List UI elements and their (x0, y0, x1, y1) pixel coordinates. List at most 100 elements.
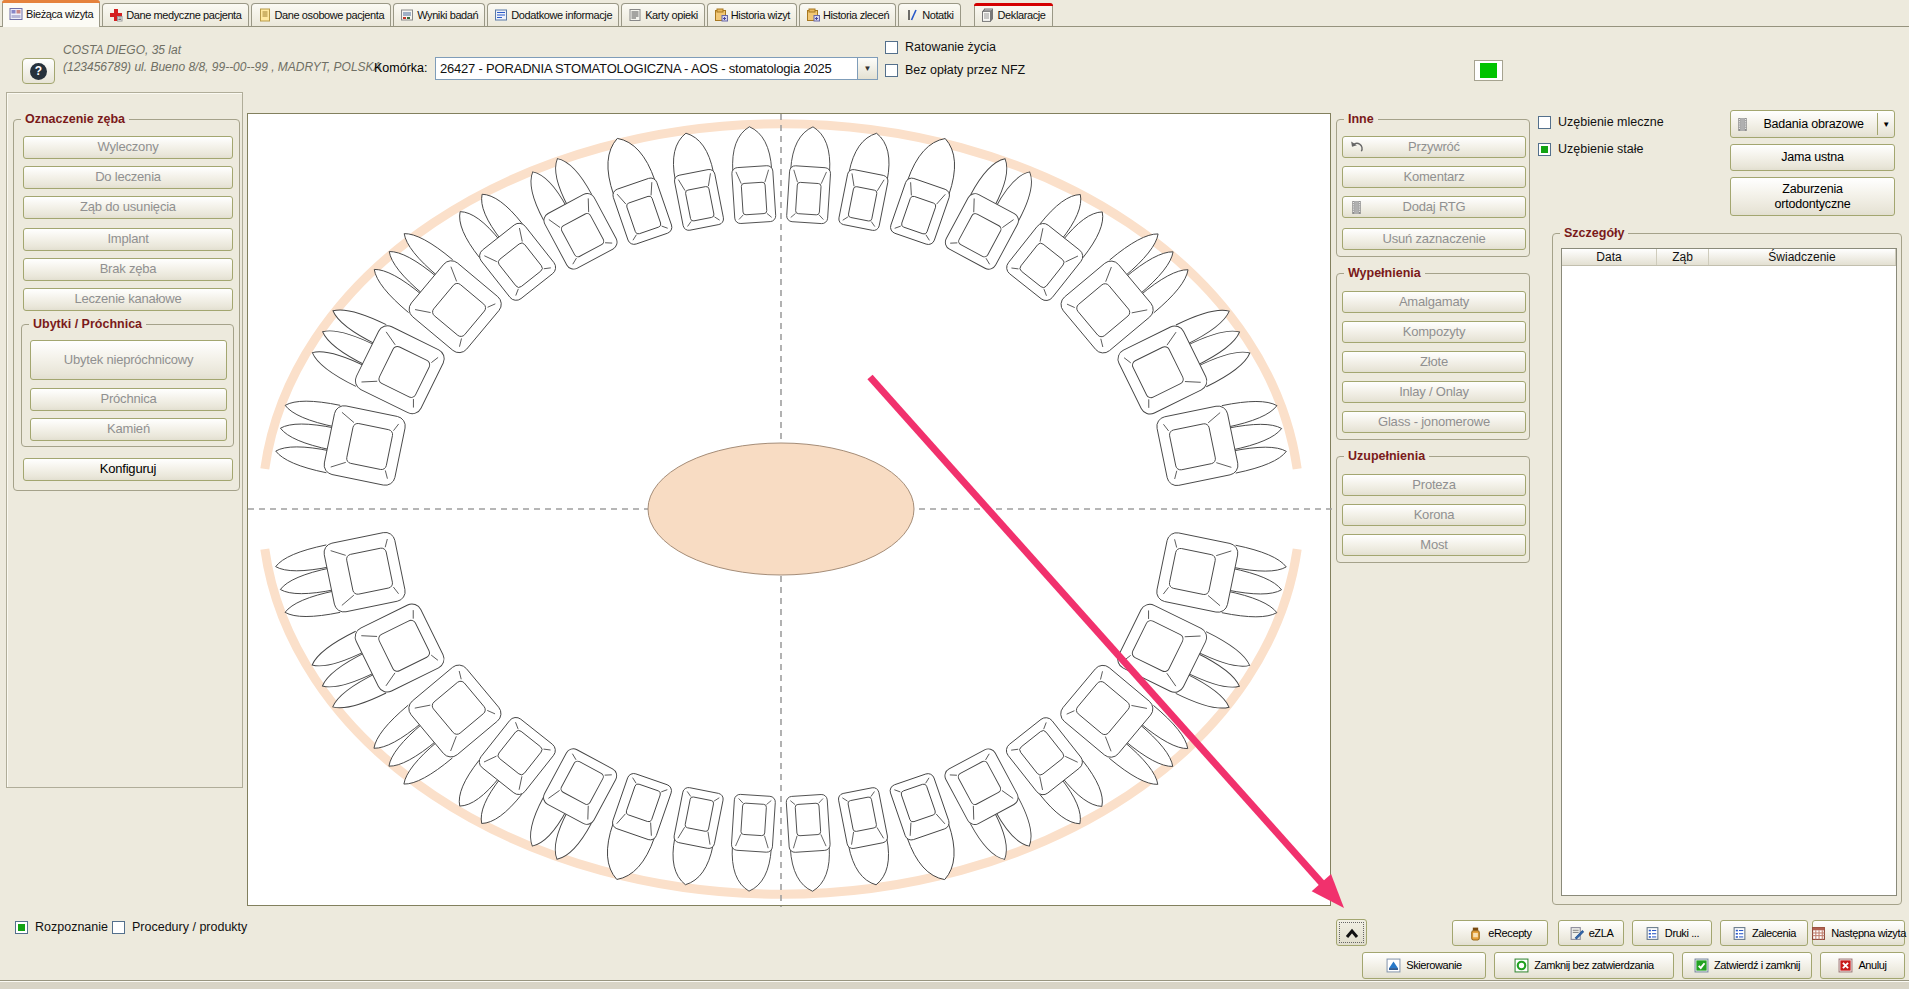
jama-ustna-button[interactable]: Jama ustna (1730, 144, 1895, 171)
amalgamaty-button[interactable]: Amalgamaty (1342, 291, 1526, 313)
checkbox-uzebienie-mleczne[interactable]: Uzębienie mleczne (1538, 116, 1664, 129)
dental-chart (247, 113, 1331, 906)
tab-label: Bieżąca wizyta (26, 8, 93, 20)
korona-button[interactable]: Korona (1342, 504, 1526, 526)
unit-combobox[interactable]: 26427 - PORADNIA STOMATOLOGICZNA - AOS -… (435, 57, 878, 80)
tab-bar: Bieżąca wizyta Dane medyczne pacjenta Dane… (0, 0, 1909, 27)
visit-history-icon (714, 8, 728, 22)
przywróć-button[interactable]: Przywróć (1342, 136, 1526, 158)
tooth-molar[interactable] (1155, 394, 1289, 487)
tab-deklaracje[interactable]: Deklaracje (974, 3, 1053, 26)
tab-dodatkowe-informacje[interactable]: Dodatkowe informacje (487, 3, 619, 26)
status-indicator (1474, 60, 1503, 81)
tooth-incisor[interactable] (837, 787, 896, 889)
group-szczegoly: Szczegóły DataZąbŚwiadczenie (1552, 233, 1902, 905)
ubytek-niepróchnicowy-button[interactable]: Ubytek niepróchnicowy (30, 340, 227, 380)
próchnica-button[interactable]: Próchnica (30, 388, 227, 411)
tab-karty-opieki[interactable]: Karty opieki (621, 3, 705, 26)
skierowanie-button[interactable]: Skierowanie (1362, 952, 1486, 979)
leczenie-kanałowe-button[interactable]: Leczenie kanałowe (23, 288, 233, 311)
złote-button[interactable]: Złote (1342, 351, 1526, 373)
tab-stripe (2, 0, 100, 3)
dropdown-arrow-icon[interactable]: ▼ (1877, 113, 1890, 135)
anuluj-button[interactable]: Anuluj (1820, 952, 1905, 979)
undo-icon (1349, 140, 1364, 155)
tooth-molar[interactable] (273, 531, 407, 624)
tooth-incisor[interactable] (729, 794, 776, 892)
declarations-icon (981, 8, 995, 22)
tooth-incisor[interactable] (666, 129, 725, 231)
zaburzenia-ortodontyczne-button[interactable]: Zaburzenia ortodontyczne (1730, 177, 1895, 216)
xray-film-icon (1735, 117, 1750, 132)
tooth-molar[interactable] (273, 394, 407, 487)
most-button[interactable]: Most (1342, 534, 1526, 556)
proteza-button[interactable]: Proteza (1342, 474, 1526, 496)
zamknij-bez-zatwierdzania-button[interactable]: Zamknij bez zatwierdzania (1494, 952, 1674, 979)
tab-dane-osobowe-pacjenta[interactable]: Dane osobowe pacjenta (251, 3, 392, 26)
inlay-onlay-button[interactable]: Inlay / Onlay (1342, 381, 1526, 403)
ząb-do-usunięcia-button[interactable]: Ząb do usunięcia (23, 196, 233, 219)
tab-historia-wizyt[interactable]: Historia wizyt (707, 3, 797, 26)
checkbox-bez-oplaty-nfz[interactable]: Bez opłaty przez NFZ (885, 64, 1025, 77)
help-button[interactable]: ? (22, 58, 55, 84)
checkbox-rozpoznanie[interactable]: Rozpoznanie (15, 921, 108, 934)
ezla-doc-icon (1569, 926, 1584, 941)
tooth-incisor[interactable] (786, 794, 833, 892)
referral-icon (1386, 958, 1401, 973)
erecepty-button[interactable]: eRecepty (1452, 920, 1548, 946)
medical-cross-icon (109, 8, 123, 22)
następna-wizyta-button[interactable]: Następna wizyta (1812, 920, 1905, 946)
zalecenia-button[interactable]: Zalecenia (1720, 920, 1808, 946)
recommendation-icon (1732, 926, 1747, 941)
dodaj-rtg-button[interactable]: Dodaj RTG (1342, 196, 1526, 218)
checkbox-ratowanie-zycia[interactable]: Ratowanie życia (885, 41, 996, 54)
tab-label: Wyniki badań (417, 9, 478, 21)
tooth-incisor[interactable] (838, 129, 897, 231)
do-leczenia-button[interactable]: Do leczenia (23, 166, 233, 189)
ezla-button[interactable]: eZLA (1558, 920, 1624, 946)
details-column-data[interactable]: Data (1562, 249, 1657, 265)
extra-info-icon (494, 8, 508, 22)
komentarz-button[interactable]: Komentarz (1342, 166, 1526, 188)
tab-historia-zleceń[interactable]: Historia zleceń (799, 3, 896, 26)
implant-button[interactable]: Implant (23, 228, 233, 251)
patient-name: COSTA DIEGO, 35 lat (63, 43, 181, 57)
tooth-molar[interactable] (1155, 531, 1289, 624)
tab-label: Historia wizyt (731, 9, 790, 21)
kompozyty-button[interactable]: Kompozyty (1342, 321, 1526, 343)
badania-obrazowe-button[interactable]: Badania obrazowe ▼ (1730, 110, 1895, 138)
tab-bieżąca-wizyta[interactable]: Bieżąca wizyta (2, 0, 100, 27)
tab-label: Dane medyczne pacjenta (126, 9, 241, 21)
tab-label: Karty opieki (645, 9, 698, 21)
druki--button[interactable]: Druki ... (1632, 920, 1712, 946)
notes-icon (905, 8, 919, 22)
kamień-button[interactable]: Kamień (30, 418, 227, 441)
details-table: DataZąbŚwiadczenie (1561, 248, 1897, 896)
tooth-incisor[interactable] (729, 125, 776, 223)
combo-dropdown-icon[interactable]: ▼ (857, 58, 877, 79)
chevron-up-icon (1344, 927, 1360, 939)
confirm-close-icon (1694, 958, 1709, 973)
brak-zęba-button[interactable]: Brak zęba (23, 258, 233, 281)
usuń-zaznaczenie-button[interactable]: Usuń zaznaczenie (1342, 228, 1526, 250)
checkbox-uzebienie-stale[interactable]: Uzębienie stałe (1538, 143, 1643, 156)
collapse-button[interactable] (1336, 919, 1367, 946)
checkbox-procedury-produkty[interactable]: Procedury / produkty (112, 921, 247, 934)
konfiguruj-button[interactable]: Konfiguruj (23, 458, 233, 481)
cancel-icon (1838, 958, 1853, 973)
tab-label: Notatki (922, 9, 953, 21)
glass-jonomerowe-button[interactable]: Glass - jonomerowe (1342, 411, 1526, 433)
tab-label: Dane osobowe pacjenta (275, 9, 385, 21)
tab-dane-medyczne-pacjenta[interactable]: Dane medyczne pacjenta (102, 3, 248, 26)
wyleczony-button[interactable]: Wyleczony (23, 136, 233, 159)
details-column-świadczenie[interactable]: Świadczenie (1709, 249, 1896, 265)
tab-wyniki-badań[interactable]: Wyniki badań (393, 3, 485, 26)
unit-combobox-value: 26427 - PORADNIA STOMATOLOGICZNA - AOS -… (436, 61, 857, 76)
tab-notatki[interactable]: Notatki (898, 3, 960, 26)
tab-label: Historia zleceń (823, 9, 889, 21)
zatwierdź-i-zamknij-button[interactable]: Zatwierdź i zamknij (1682, 952, 1812, 979)
tooth-incisor[interactable] (665, 787, 724, 889)
tooth-incisor[interactable] (786, 126, 833, 224)
details-column-ząb[interactable]: Ząb (1657, 249, 1709, 265)
personal-card-icon (258, 8, 272, 22)
